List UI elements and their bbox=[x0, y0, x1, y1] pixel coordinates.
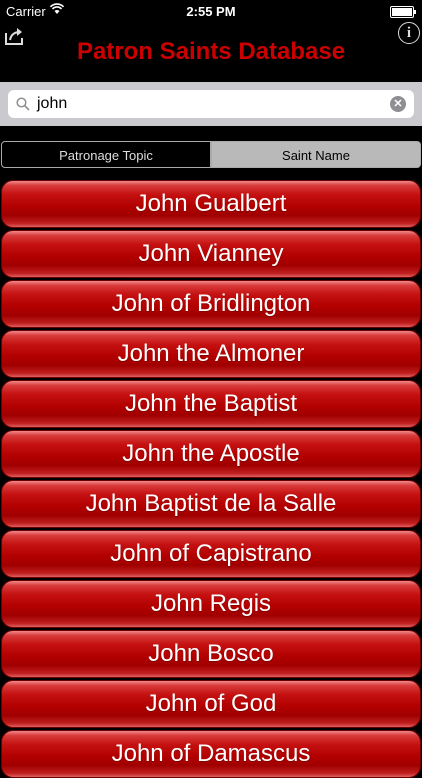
saint-button[interactable]: John the Almoner bbox=[1, 330, 421, 378]
segment-patronage-topic[interactable]: Patronage Topic bbox=[1, 141, 211, 168]
search-value: john bbox=[37, 95, 68, 112]
saint-button[interactable]: John of Damascus bbox=[1, 730, 421, 778]
battery-icon bbox=[390, 6, 416, 18]
saint-button[interactable]: John of Capistrano bbox=[1, 530, 421, 578]
page-title: Patron Saints Database bbox=[76, 38, 346, 65]
header: i Patron Saints Database bbox=[0, 22, 422, 82]
search-icon bbox=[16, 97, 30, 111]
clock: 2:55 PM bbox=[186, 4, 236, 19]
search-input[interactable]: john ✕ bbox=[8, 90, 414, 118]
saint-button[interactable]: John Baptist de la Salle bbox=[1, 480, 421, 528]
status-bar: Carrier 2:55 PM bbox=[0, 0, 422, 22]
saint-button[interactable]: John Vianney bbox=[1, 230, 421, 278]
saint-button[interactable]: John the Apostle bbox=[1, 430, 421, 478]
saint-button[interactable]: John of Bridlington bbox=[1, 280, 421, 328]
segment-saint-name[interactable]: Saint Name bbox=[211, 141, 421, 168]
search-mode-segmented-control: Patronage Topic Saint Name bbox=[0, 140, 422, 170]
saint-button[interactable]: John Bosco bbox=[1, 630, 421, 678]
clear-search-icon[interactable]: ✕ bbox=[390, 96, 406, 112]
saint-button[interactable]: John of God bbox=[1, 680, 421, 728]
saint-button[interactable]: John Regis bbox=[1, 580, 421, 628]
search-bar: john ✕ bbox=[0, 82, 422, 126]
saint-button[interactable]: John the Baptist bbox=[1, 380, 421, 428]
saint-button[interactable]: John Gualbert bbox=[1, 180, 421, 228]
